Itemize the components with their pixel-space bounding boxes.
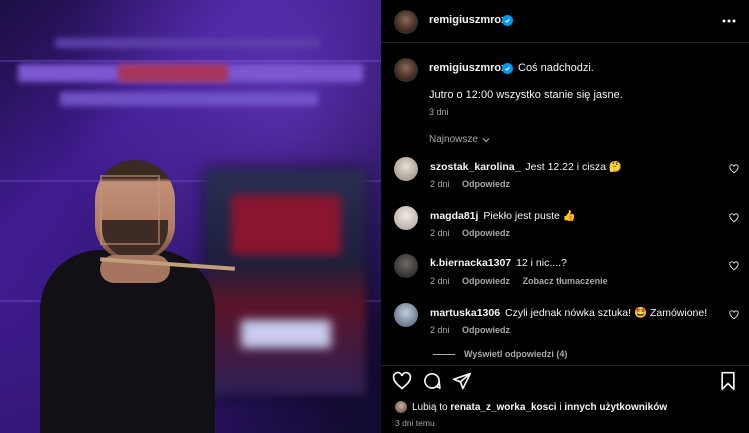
comment-text: Czyli jednak nówka sztuka! 🤩 Zamówione! [504,307,708,319]
comments-sort-dropdown[interactable]: Najnowsze [429,134,491,145]
comment-meta: 2 dni Odpowiedz [430,179,520,189]
blurred-text-bar [55,38,320,48]
commenter-username[interactable]: szostak_karolina_ Jest 12.22 i cisza 🤔 [430,160,622,173]
commenter-name[interactable]: k.biernacka1307 [430,257,511,269]
blurred-text-bar [118,64,228,82]
comment-icon[interactable] [422,371,442,391]
verified-icon [502,15,513,26]
bookmark-icon[interactable] [718,371,738,391]
view-replies-button[interactable]: Wyświetl odpowiedzi (4) [433,349,567,359]
comment-meta: 2 dni Odpowiedz [430,228,520,238]
reply-button[interactable]: Odpowiedz [462,179,510,189]
commenter-avatar[interactable] [394,157,418,181]
sort-label: Najnowsze [429,134,478,145]
share-icon[interactable] [452,371,472,391]
chevron-down-icon [482,137,490,142]
reply-button[interactable]: Odpowiedz [462,325,510,335]
post-header: remigiuszmroz [381,0,749,43]
post-image[interactable] [0,0,381,433]
comment-text: Jest 12.22 i cisza 🤔 [525,161,622,173]
book-author-block [241,320,331,348]
commenter-username[interactable]: k.biernacka1307 12 i nic....? [430,257,567,269]
commenter-username[interactable]: martuska1306 Czyli jednak nówka sztuka! … [430,306,707,319]
liker-avatar[interactable] [395,401,407,413]
heart-icon[interactable] [729,213,739,223]
comment-time[interactable]: 2 dni [430,276,450,286]
reply-button[interactable]: Odpowiedz [462,228,510,238]
heart-icon[interactable] [392,371,412,391]
comment-item: magda81j Piekło jest puste 👍 2 dni Odpow… [381,206,749,248]
likes-middle: i [556,401,565,413]
caption-text-line2: Jutro o 12:00 wszystko stanie się jasne. [429,89,623,101]
caption-text: Coś nadchodzi. [518,62,594,74]
author-avatar[interactable] [394,10,418,34]
commenter-name[interactable]: szostak_karolina_ [430,161,520,173]
heart-icon[interactable] [729,310,739,320]
liker-username[interactable]: renata_z_worka_kosci [450,402,556,413]
post-timestamp[interactable]: 3 dni temu [395,418,435,428]
replies-divider-line [433,353,455,355]
comment-item: k.biernacka1307 12 i nic....? 2 dni Odpo… [381,254,749,296]
commenter-name[interactable]: magda81j [430,210,478,222]
view-replies-label: Wyświetl odpowiedzi (4) [464,349,568,359]
person-frame-lines [100,175,160,245]
comment-meta: 2 dni Odpowiedz Zobacz tłumaczenie [430,276,618,286]
blurred-text-bar [60,92,318,106]
book-title-block [231,195,341,255]
likes-summary: Lubią to renata_z_worka_kosci i innych u… [395,401,667,413]
comment-meta: 2 dni Odpowiedz [430,325,520,335]
commenter-avatar[interactable] [394,254,418,278]
caption-timestamp[interactable]: 3 dni [429,107,449,117]
verified-icon [502,63,513,74]
see-translation-button[interactable]: Zobacz tłumaczenie [523,276,608,286]
comment-time[interactable]: 2 dni [430,179,450,189]
other-likers-link[interactable]: innych użytkowników [564,402,667,413]
likes-prefix: Lubią to [412,401,451,413]
heart-icon[interactable] [729,164,739,174]
book-cover [206,170,366,395]
commenter-avatar[interactable] [394,206,418,230]
author-photo [40,135,235,433]
post-panel: remigiuszmroz remigiuszmroz Coś nadchodz… [381,0,749,433]
comment-text: 12 i nic....? [516,257,567,269]
caption-author-username[interactable]: remigiuszmroz [429,62,507,74]
commenter-name[interactable]: martuska1306 [430,307,500,319]
comment-text: Piekło jest puste 👍 [483,210,576,222]
caption-author-avatar[interactable] [394,58,418,82]
comment-item: szostak_karolina_ Jest 12.22 i cisza 🤔 2… [381,157,749,199]
more-icon[interactable] [721,13,737,29]
image-stripe [0,60,381,62]
comment-time[interactable]: 2 dni [430,228,450,238]
commenter-username[interactable]: magda81j Piekło jest puste 👍 [430,209,576,222]
comment-time[interactable]: 2 dni [430,325,450,335]
commenter-avatar[interactable] [394,303,418,327]
heart-icon[interactable] [729,261,739,271]
author-username[interactable]: remigiuszmroz [429,14,507,26]
reply-button[interactable]: Odpowiedz [462,276,510,286]
comment-item: martuska1306 Czyli jednak nówka sztuka! … [381,303,749,345]
post-actions-bar [381,365,749,395]
